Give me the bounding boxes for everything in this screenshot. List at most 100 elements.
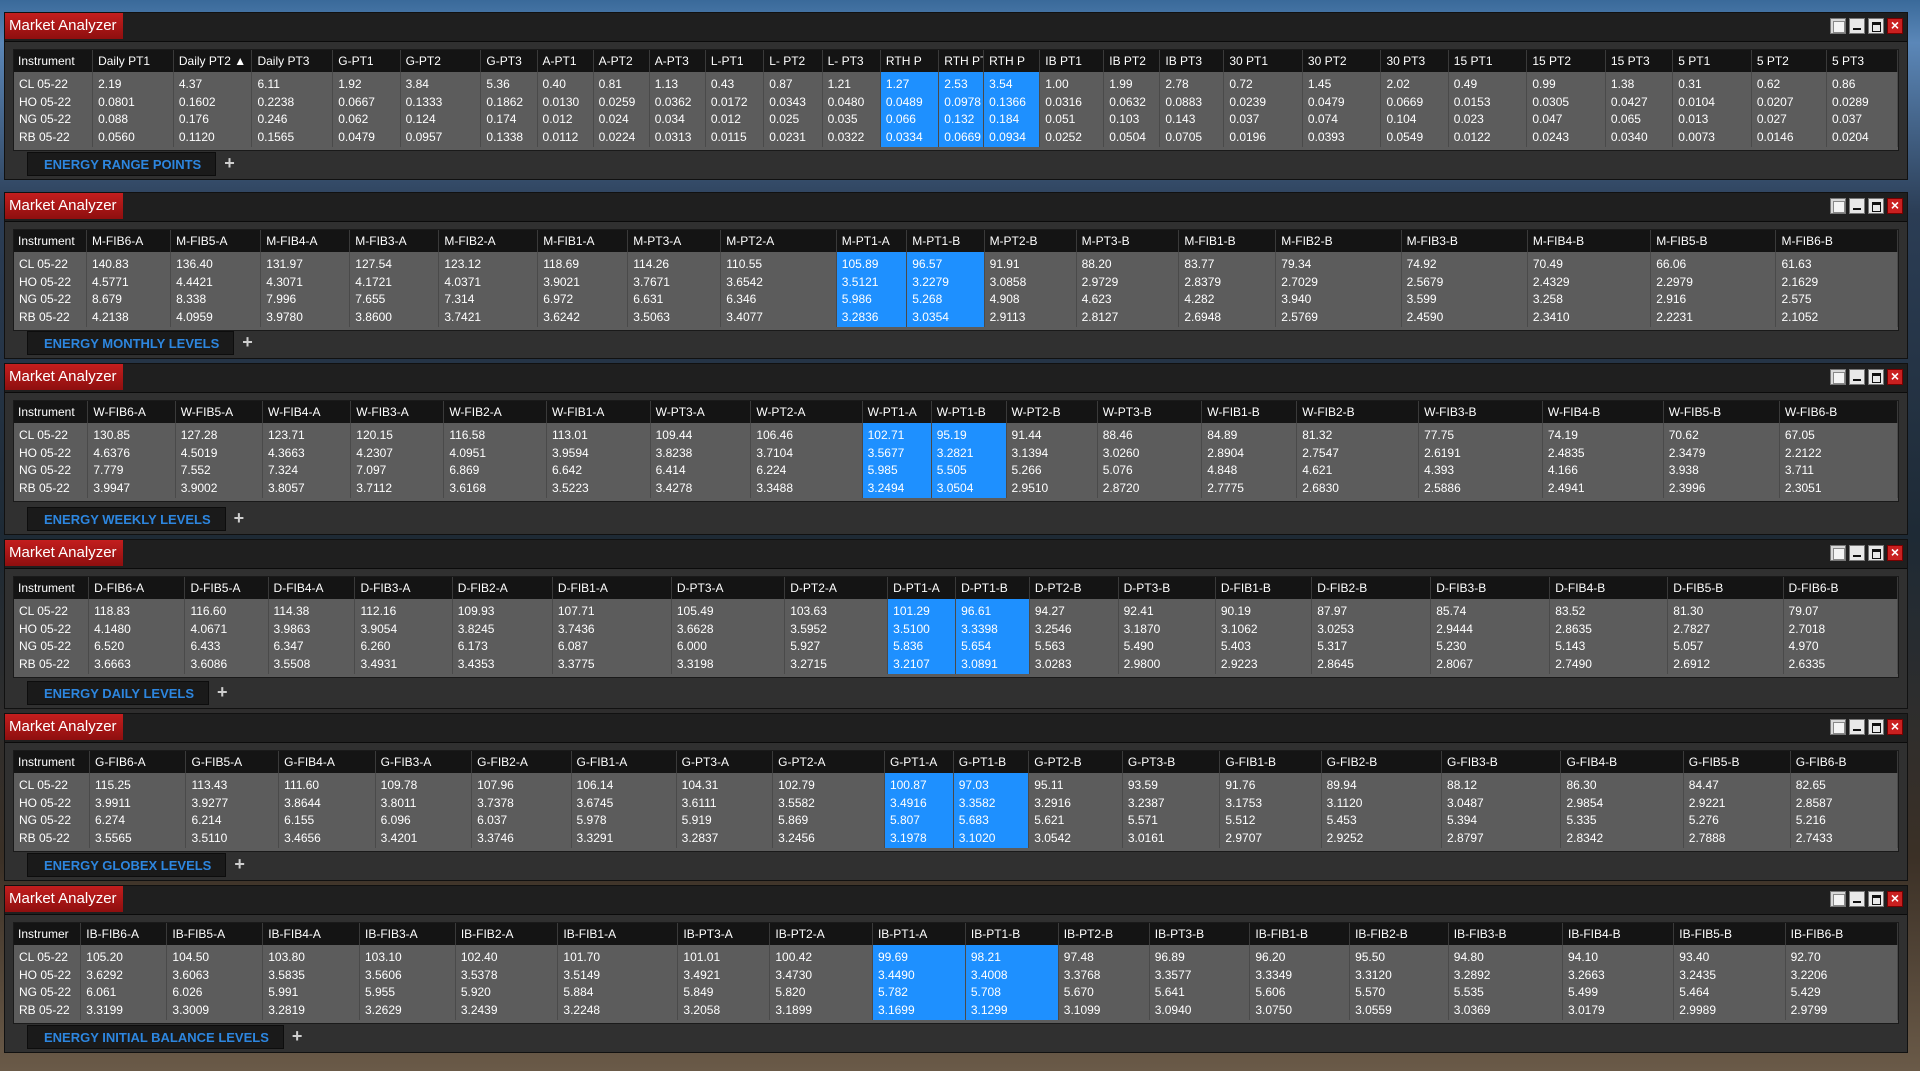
value-cell[interactable]: 6.037 <box>471 812 572 831</box>
value-cell[interactable]: 81.30 <box>1667 599 1784 621</box>
value-cell[interactable]: 95.11 <box>1028 773 1123 795</box>
column-header[interactable]: D-FIB3-B <box>1430 577 1551 599</box>
value-cell[interactable]: 2.3996 <box>1663 480 1780 498</box>
value-cell[interactable]: 3.0179 <box>1562 1002 1675 1020</box>
instrument-row[interactable]: CL 05-22 115.25 113.43 111.60 109.78 107.96 10… <box>14 773 1899 795</box>
close-icon[interactable]: × <box>1887 719 1903 735</box>
data-grid[interactable]: Instrument W-FIB6-A W-FIB5-A W-FIB4-A W-FIB3… <box>13 400 1899 502</box>
value-cell[interactable]: 95.19 <box>931 423 1007 445</box>
column-header[interactable]: G-FIB4-B <box>1560 751 1684 773</box>
value-cell[interactable]: 87.97 <box>1311 599 1432 621</box>
value-cell[interactable]: 88.20 <box>1076 252 1180 274</box>
value-cell[interactable]: 107.96 <box>471 773 572 795</box>
value-cell[interactable]: 70.49 <box>1527 252 1652 274</box>
column-header[interactable]: W-FIB4-A <box>262 401 352 423</box>
value-cell[interactable]: 3.0559 <box>1349 1002 1449 1020</box>
value-cell[interactable]: 3.0161 <box>1122 830 1221 848</box>
column-header[interactable]: M-FIB6-A <box>86 230 172 252</box>
value-cell[interactable]: 3.5378 <box>455 966 559 985</box>
value-cell[interactable]: 3.7421 <box>438 309 539 327</box>
value-cell[interactable]: 79.34 <box>1275 252 1402 274</box>
value-cell[interactable]: 2.8635 <box>1549 620 1669 639</box>
value-cell[interactable]: 0.0305 <box>1526 93 1606 112</box>
column-header[interactable]: IB PT2 <box>1103 50 1161 72</box>
column-header[interactable]: IB-FIB1-B <box>1249 923 1351 945</box>
column-header[interactable]: RTH PT2 <box>938 50 985 72</box>
value-cell[interactable]: 2.7490 <box>1549 656 1669 674</box>
value-cell[interactable]: 4.282 <box>1178 291 1277 310</box>
column-header[interactable]: G-PT1 <box>332 50 401 72</box>
value-cell[interactable]: 0.034 <box>649 111 706 130</box>
value-cell[interactable]: 3.8057 <box>262 480 352 498</box>
value-cell[interactable]: 6.260 <box>354 638 453 657</box>
value-cell[interactable]: 0.176 <box>173 111 253 130</box>
value-cell[interactable]: 0.0669 <box>1380 93 1449 112</box>
value-cell[interactable]: 88.12 <box>1441 773 1562 795</box>
column-header[interactable]: D-FIB4-A <box>268 577 356 599</box>
column-header[interactable]: D-FIB2-B <box>1311 577 1432 599</box>
value-cell[interactable]: 0.0259 <box>593 93 650 112</box>
value-cell[interactable]: 0.0504 <box>1103 129 1161 147</box>
value-cell[interactable]: 83.77 <box>1178 252 1277 274</box>
value-cell[interactable]: 5.621 <box>1028 812 1123 831</box>
value-cell[interactable]: 3.2546 <box>1029 620 1119 639</box>
value-cell[interactable]: 0.43 <box>705 72 765 94</box>
value-cell[interactable]: 3.3746 <box>471 830 572 848</box>
column-header[interactable]: W-PT1-A <box>862 401 932 423</box>
value-cell[interactable]: 3.6111 <box>676 794 774 813</box>
column-header[interactable]: G-FIB3-A <box>375 751 473 773</box>
column-header[interactable]: W-FIB3-B <box>1418 401 1543 423</box>
value-cell[interactable]: 0.1338 <box>480 129 538 147</box>
value-cell[interactable]: 0.0239 <box>1223 93 1303 112</box>
value-cell[interactable]: 5.606 <box>1249 984 1351 1003</box>
value-cell[interactable]: 127.54 <box>349 252 440 274</box>
value-cell[interactable]: 4.37 <box>173 72 253 94</box>
value-cell[interactable]: 3.1753 <box>1219 794 1322 813</box>
value-cell[interactable]: 93.59 <box>1122 773 1221 795</box>
value-cell[interactable]: 3.0283 <box>1029 656 1119 674</box>
column-header[interactable]: W-PT1-B <box>931 401 1007 423</box>
column-header[interactable]: M-FIB1-A <box>537 230 629 252</box>
value-cell[interactable]: 4.5771 <box>86 273 172 292</box>
value-cell[interactable]: 4.2307 <box>350 444 445 463</box>
instrument-cell[interactable]: NG 05-22 <box>14 984 82 1003</box>
value-cell[interactable]: 3.3291 <box>571 830 677 848</box>
column-header[interactable]: D-PT2-A <box>784 577 889 599</box>
instrument-cell[interactable]: RB 05-22 <box>14 830 90 848</box>
value-cell[interactable]: 103.10 <box>359 945 456 967</box>
value-cell[interactable]: 2.9221 <box>1683 794 1791 813</box>
value-cell[interactable]: 4.0671 <box>184 620 269 639</box>
column-header[interactable]: IB-FIB4-A <box>262 923 360 945</box>
column-header[interactable]: 30 PT1 <box>1223 50 1303 72</box>
column-header[interactable]: Instrument <box>14 50 94 72</box>
instrument-cell[interactable]: CL 05-22 <box>14 423 89 445</box>
column-header[interactable]: IB-FIB2-B <box>1349 923 1449 945</box>
column-header[interactable]: D-FIB2-A <box>452 577 553 599</box>
value-cell[interactable]: 0.99 <box>1526 72 1606 94</box>
value-cell[interactable]: 4.5019 <box>175 444 264 463</box>
value-cell[interactable]: 105.20 <box>80 945 168 967</box>
value-cell[interactable]: 7.324 <box>262 462 352 481</box>
value-cell[interactable]: 0.065 <box>1605 111 1674 130</box>
instrument-row[interactable]: NG 05-22 0.088 0.176 0.246 0.062 0.124 0.174 0.… <box>14 111 1898 130</box>
value-cell[interactable]: 96.57 <box>906 252 985 274</box>
value-cell[interactable]: 0.0978 <box>938 93 985 112</box>
instrument-row[interactable]: CL 05-22 140.83 136.40 131.97 127.54 123.12 11… <box>14 252 1898 274</box>
instrument-row[interactable]: RB 05-22 3.9947 3.9002 3.8057 3.7112 3.6168 3.… <box>14 480 1899 498</box>
column-header[interactable]: D-FIB6-B <box>1783 577 1899 599</box>
value-cell[interactable]: 3.4921 <box>677 966 771 985</box>
value-cell[interactable]: 0.088 <box>92 111 174 130</box>
value-cell[interactable]: 0.0669 <box>938 129 985 147</box>
value-cell[interactable]: 74.19 <box>1542 423 1664 445</box>
value-cell[interactable]: 3.9021 <box>537 273 629 292</box>
value-cell[interactable]: 3.4201 <box>375 830 473 848</box>
value-cell[interactable]: 3.5952 <box>784 620 889 639</box>
value-cell[interactable]: 103.63 <box>784 599 889 621</box>
column-header[interactable]: D-FIB1-A <box>552 577 672 599</box>
value-cell[interactable]: 6.096 <box>375 812 473 831</box>
value-cell[interactable]: 2.7433 <box>1790 830 1899 848</box>
column-header[interactable]: G-FIB2-A <box>471 751 572 773</box>
value-cell[interactable]: 0.1333 <box>400 93 482 112</box>
value-cell[interactable]: 2.3410 <box>1527 309 1652 327</box>
column-header[interactable]: M-PT2-A <box>720 230 837 252</box>
